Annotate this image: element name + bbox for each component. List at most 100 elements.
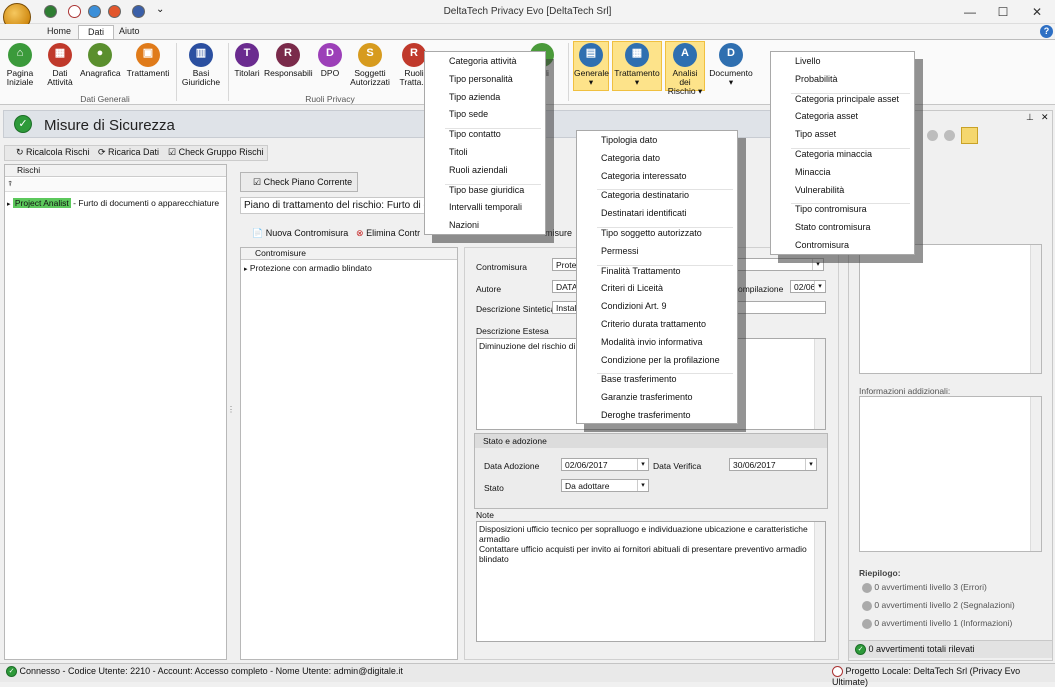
splitter-grip[interactable]: ⋮ xyxy=(227,405,235,414)
menu-item[interactable]: Categoria interessato xyxy=(601,171,687,181)
trattamento-dropdown-button[interactable]: ▦ Trattamento ▾ xyxy=(612,41,662,91)
qat-refresh-icon[interactable] xyxy=(44,5,57,18)
dropdown-arrow-icon: ▾ xyxy=(637,480,648,491)
menu-item[interactable]: Livello xyxy=(795,56,821,66)
menu-item[interactable]: Categoria attività xyxy=(449,56,517,66)
tab-aiuto[interactable]: Aiuto xyxy=(110,25,149,39)
menu-item[interactable]: Destinatari identificati xyxy=(601,208,687,218)
error-icon xyxy=(862,582,872,593)
pagina-iniziale-button[interactable]: ⌂ Pagina Iniziale xyxy=(4,42,36,90)
info-addizionali-textarea[interactable] xyxy=(859,396,1042,552)
menu-item[interactable]: Categoria dato xyxy=(601,153,660,163)
menu-item[interactable]: Categoria asset xyxy=(795,111,858,121)
descr-estesa-label: Descrizione Estesa xyxy=(476,326,549,336)
qat-info-icon[interactable] xyxy=(132,5,145,18)
menu-item[interactable]: Titoli xyxy=(449,147,468,157)
menu-item[interactable]: Tipologia dato xyxy=(601,135,657,145)
tab-home[interactable]: Home xyxy=(38,25,80,39)
menu-item[interactable]: Stato contromisura xyxy=(795,222,871,232)
tab-dati[interactable]: Dati xyxy=(78,25,115,39)
menu-item[interactable]: Tipo contromisura xyxy=(795,204,867,214)
minimize-button[interactable]: — xyxy=(955,2,985,22)
ricalcola-rischi-button[interactable]: ↻ Ricalcola Rischi xyxy=(16,145,90,160)
data-verifica-date[interactable]: 30/06/2017 ▾ xyxy=(729,458,817,471)
menu-item[interactable]: Minaccia xyxy=(795,167,831,177)
basi-giuridiche-button[interactable]: ▥ Basi Giuridiche xyxy=(181,42,221,90)
titolari-icon: T xyxy=(235,43,259,67)
elimina-contromisura-button[interactable]: ⊗ Elimina Contr xyxy=(356,226,420,241)
data-adozione-date[interactable]: 02/06/2017 ▾ xyxy=(561,458,649,471)
menu-item[interactable]: Categoria principale asset xyxy=(795,94,899,104)
ricarica-dati-button[interactable]: ⟳ Ricarica Dati xyxy=(98,145,159,160)
menu-item[interactable]: Categoria destinatario xyxy=(601,190,689,200)
qat-globe-icon[interactable] xyxy=(88,5,101,18)
menu-item[interactable]: Condizioni Art. 9 xyxy=(601,301,667,311)
info-textarea-1[interactable] xyxy=(859,244,1042,374)
panel-close-icon[interactable]: ✕ xyxy=(1041,112,1049,123)
rischi-row[interactable]: ▸ Project Analist - Furto di documenti o… xyxy=(5,197,226,211)
menu-item[interactable]: Tipo base giuridica xyxy=(449,185,524,195)
analisi-rischio-menu: Livello Probabilità Categoria principale a… xyxy=(770,51,915,255)
trattamenti-button[interactable]: ▣ Trattamenti xyxy=(126,42,170,90)
menu-item[interactable]: Tipo personalità xyxy=(449,74,513,84)
dpo-button[interactable]: D DPO xyxy=(316,42,344,90)
menu-item[interactable]: Garanzie trasferimento xyxy=(601,392,693,402)
livello3-line: 0 avvertimenti livello 3 (Errori) xyxy=(862,582,987,593)
analisi-rischio-dropdown-button[interactable]: A Analisi dei Rischio ▾ xyxy=(665,41,705,96)
menu-item[interactable]: Contromisura xyxy=(795,240,849,250)
qat-r-icon[interactable] xyxy=(68,5,81,18)
check-gruppo-rischi-button[interactable]: ☑ Check Gruppo Rischi xyxy=(168,145,264,160)
menu-item[interactable]: Permessi xyxy=(601,246,639,256)
menu-item[interactable]: Deroghe trasferimento xyxy=(601,410,691,420)
menu-item[interactable]: Tipo azienda xyxy=(449,92,500,102)
menu-item[interactable]: Nazioni xyxy=(449,220,479,230)
menu-item[interactable]: Criteri di Liceità xyxy=(601,283,663,293)
responsabili-button[interactable]: R Responsabili xyxy=(264,42,313,90)
menu-item[interactable]: Tipo contatto xyxy=(449,129,501,139)
menu-item[interactable]: Modalità invio informativa xyxy=(601,337,703,347)
help-button[interactable]: ? xyxy=(1040,25,1053,38)
menu-item[interactable]: Categoria minaccia xyxy=(795,149,872,159)
row-expand-icon[interactable]: ▸ xyxy=(7,201,11,208)
table-icon: ▦ xyxy=(625,43,649,67)
titolari-button[interactable]: T Titolari xyxy=(233,42,261,90)
note-textarea[interactable]: Disposizioni ufficio tecnico per soprall… xyxy=(476,521,826,642)
pin-icon[interactable]: ⊥ xyxy=(1026,112,1034,123)
nuova-contromisura-button[interactable]: 📄 Nuova Contromisura xyxy=(252,226,348,241)
dati-attivita-button[interactable]: ▦ Dati Attività xyxy=(44,42,76,90)
menu-item[interactable]: Tipo soggetto autorizzato xyxy=(601,228,702,238)
qat-customize-icon[interactable]: ⌄ xyxy=(156,4,164,15)
menu-item[interactable]: Condizione per la profilazione xyxy=(601,355,720,365)
menu-item[interactable]: Base trasferimento xyxy=(601,374,677,384)
check-piano-corrente-button[interactable]: ☑ Check Piano Corrente xyxy=(240,172,358,192)
stato-select[interactable]: Da adottare ▾ xyxy=(561,479,649,492)
menu-item[interactable]: Finalità Trattamento xyxy=(601,266,681,276)
contromisura-row[interactable]: ▸ Protezione con armadio blindato xyxy=(241,263,457,276)
menu-item[interactable]: Vulnerabilità xyxy=(795,185,844,195)
scrollbar[interactable] xyxy=(1030,397,1041,551)
scrollbar[interactable] xyxy=(1030,245,1041,373)
close-button[interactable]: ✕ xyxy=(1022,2,1052,22)
scrollbar[interactable] xyxy=(814,522,825,641)
menu-item[interactable]: Probabilità xyxy=(795,74,838,84)
database-icon: ▤ xyxy=(579,43,603,67)
menu-item[interactable]: Tipo sede xyxy=(449,109,488,119)
menu-item[interactable]: Criterio durata trattamento xyxy=(601,319,706,329)
documento-dropdown-button[interactable]: D Documento ▾ xyxy=(709,42,753,90)
soggetti-autorizzati-button[interactable]: S Soggetti Autorizzati xyxy=(348,42,392,90)
rischi-header: Rischi xyxy=(5,165,226,177)
generale-dropdown-button[interactable]: ▤ Generale ▾ xyxy=(573,41,609,91)
compilazione-date[interactable]: 02/06 ▾ xyxy=(790,280,826,293)
soggetti-icon: S xyxy=(358,43,382,67)
menu-item[interactable]: Tipo asset xyxy=(795,129,836,139)
menu-item[interactable]: Ruoli aziendali xyxy=(449,165,508,175)
qat-help-icon[interactable] xyxy=(108,5,121,18)
row-text: - Furto di documenti o apparecchiature xyxy=(70,198,220,208)
rischi-filter-row[interactable]: ⍒ xyxy=(5,178,226,192)
menu-item[interactable]: Intervalli temporali xyxy=(449,202,522,212)
maximize-button[interactable]: ☐ xyxy=(988,2,1018,22)
trophy-icon[interactable] xyxy=(961,127,978,144)
scrollbar[interactable] xyxy=(814,339,825,429)
row-expand-icon[interactable]: ▸ xyxy=(244,266,248,273)
anagrafica-button[interactable]: ● Anagrafica xyxy=(80,42,121,90)
